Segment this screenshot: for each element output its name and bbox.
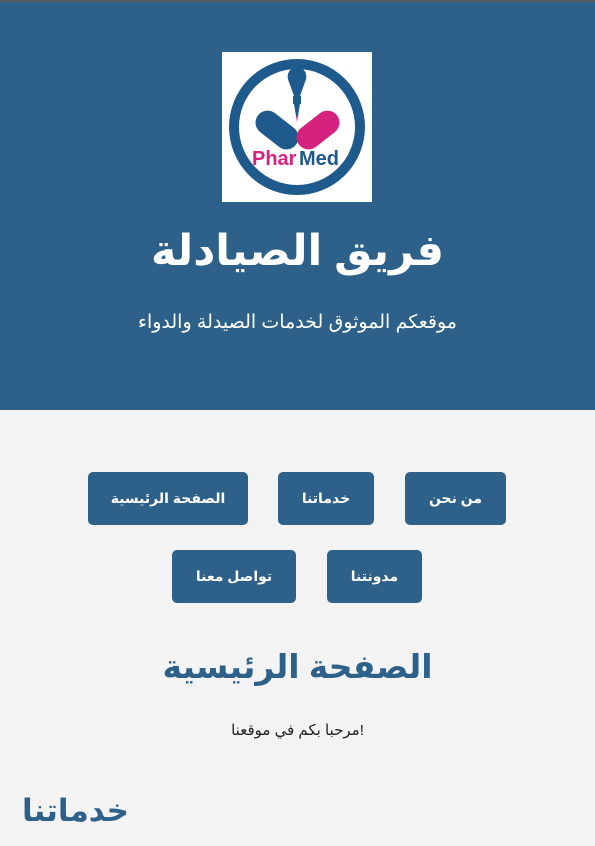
services-section-title: خدماتنا — [22, 793, 130, 828]
welcome-text: !مرحبا بكم في موقعنا — [231, 722, 364, 739]
nav-about-button[interactable]: من نحن — [405, 472, 506, 525]
nav-services-button[interactable]: خدماتنا — [278, 472, 374, 525]
nav-contact-button[interactable]: تواصل معنا — [172, 550, 296, 603]
pharmed-logo: Phar Med — [222, 52, 372, 202]
page: Phar Med فريق الصيادلة موقعكم الموثوق لخ… — [0, 0, 595, 846]
home-section-title: الصفحة الرئيسية — [162, 648, 433, 685]
pharmed-logo-icon: Phar Med — [229, 59, 365, 195]
nav-home-button[interactable]: الصفحة الرئيسية — [88, 472, 248, 525]
site-title: فريق الصيادلة — [150, 227, 444, 275]
logo-text-med: Med — [299, 148, 339, 170]
hero-header: Phar Med فريق الصيادلة موقعكم الموثوق لخ… — [0, 2, 595, 410]
site-subtitle: موقعكم الموثوق لخدمات الصيدلة والدواء — [138, 312, 457, 333]
logo-text-phar: Phar — [252, 148, 297, 170]
nav-blog-button[interactable]: مدونتنا — [327, 550, 422, 603]
